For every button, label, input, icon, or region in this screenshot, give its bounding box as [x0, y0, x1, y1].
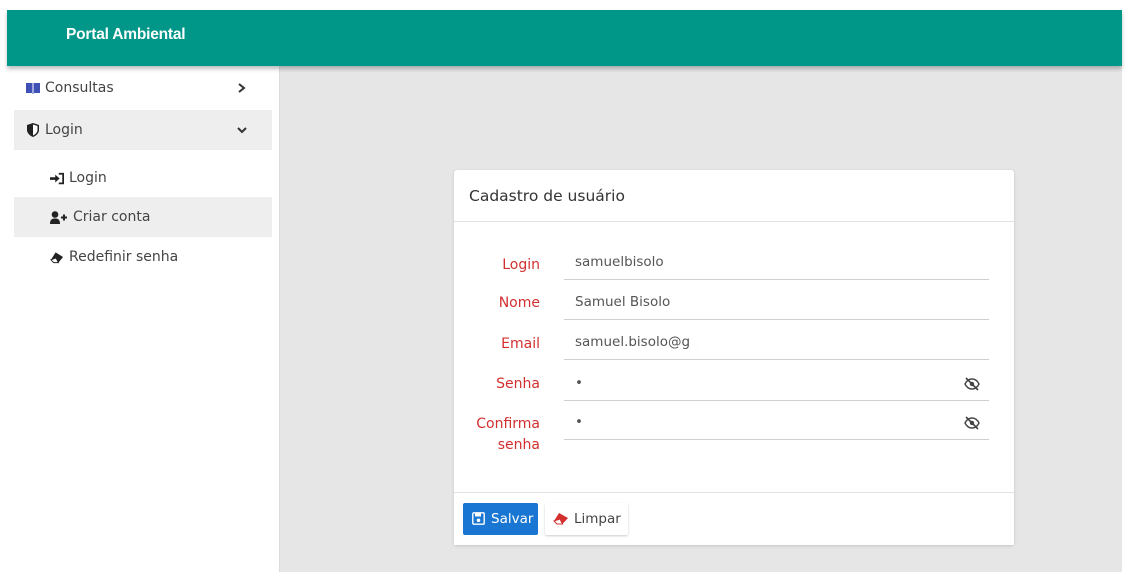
- chevron-right-icon: [237, 81, 247, 95]
- brand-title[interactable]: Portal Ambiental: [66, 10, 186, 66]
- signup-card: Cadastro de usuário Login Nome Email Sen…: [454, 170, 1014, 545]
- card-header: Cadastro de usuário: [454, 170, 1014, 222]
- clear-button-label: Limpar: [574, 511, 621, 527]
- eye-slash-icon[interactable]: [964, 376, 980, 391]
- clear-button[interactable]: Limpar: [545, 503, 628, 535]
- chevron-down-icon: [237, 123, 247, 137]
- eraser-icon: [50, 250, 64, 264]
- login-field[interactable]: [564, 244, 989, 280]
- eraser-icon: [553, 512, 569, 526]
- card-title: Cadastro de usuário: [469, 187, 625, 205]
- eye-slash-icon[interactable]: [964, 415, 980, 430]
- email-label: Email: [501, 336, 540, 352]
- sidebar-item-login-group[interactable]: Login: [14, 110, 272, 150]
- card-footer: Salvar Limpar: [454, 492, 1014, 545]
- sidebar-item-login[interactable]: Login: [14, 158, 272, 198]
- sign-in-icon: [50, 171, 64, 185]
- confirm-password-field[interactable]: [564, 404, 989, 440]
- confirm-password-label: Confirma senha: [476, 416, 540, 453]
- book-icon: [26, 81, 40, 95]
- sidebar-item-label: Criar conta: [73, 209, 151, 225]
- user-plus-icon: [50, 210, 68, 224]
- save-button-label: Salvar: [491, 511, 534, 527]
- login-label: Login: [502, 257, 540, 273]
- name-field[interactable]: [564, 284, 989, 320]
- sidebar-item-label: Login: [45, 122, 83, 138]
- save-icon: [472, 512, 486, 526]
- save-button[interactable]: Salvar: [463, 503, 538, 535]
- app-page: Portal Ambiental Consultas Login Login C…: [0, 0, 1129, 572]
- sidebar-item-criar-conta[interactable]: Criar conta: [14, 197, 272, 237]
- redacted-email-blur: [692, 340, 797, 356]
- sidebar-item-label: Login: [69, 170, 107, 186]
- name-label: Nome: [498, 295, 540, 311]
- sidebar: Consultas Login Login Criar conta Redefi…: [7, 66, 280, 572]
- sidebar-item-label: Consultas: [45, 80, 114, 96]
- sidebar-item-label: Redefinir senha: [69, 249, 179, 265]
- top-navbar: Portal Ambiental: [7, 10, 1122, 66]
- password-label: Senha: [496, 376, 540, 392]
- sidebar-item-redefinir-senha[interactable]: Redefinir senha: [14, 237, 272, 277]
- sidebar-item-consultas[interactable]: Consultas: [14, 68, 272, 108]
- password-field[interactable]: [564, 365, 989, 401]
- shield-icon: [26, 123, 40, 137]
